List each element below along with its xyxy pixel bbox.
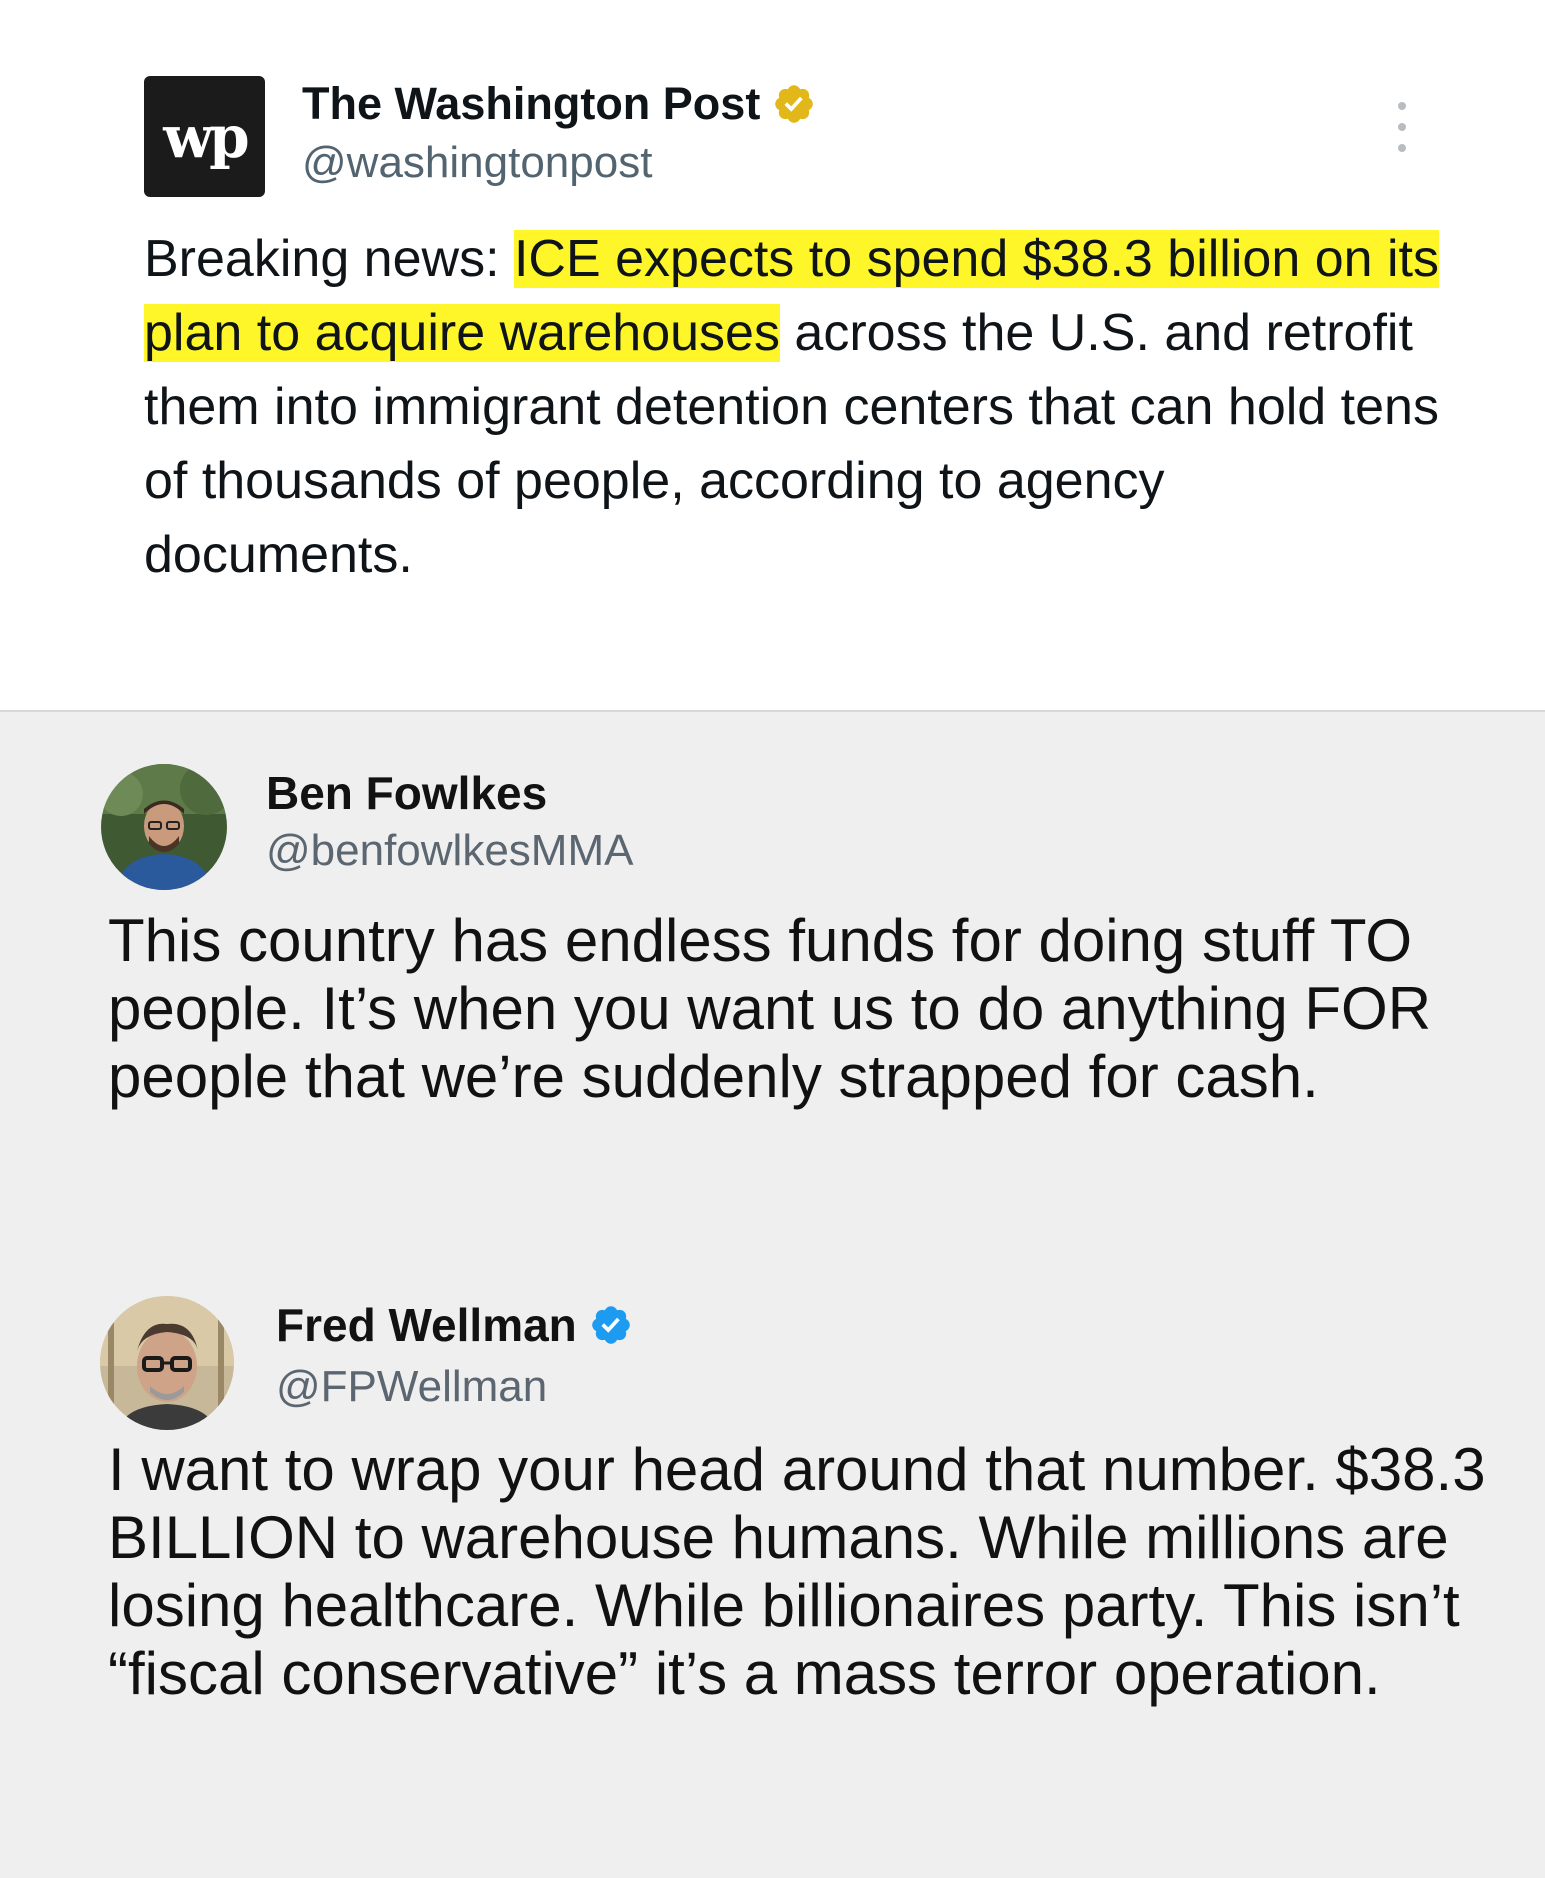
reply-author-handle[interactable]: @FPWellman (276, 1362, 547, 1412)
reply-text: I want to wrap your head around that num… (108, 1436, 1486, 1707)
washington-post-logo[interactable]: wp (144, 76, 265, 197)
more-vertical-icon[interactable] (1392, 102, 1412, 152)
reply-author-name[interactable]: Fred Wellman (276, 1298, 633, 1352)
reply-author-name[interactable]: Ben Fowlkes (266, 766, 547, 820)
avatar[interactable] (100, 1296, 234, 1430)
post-author-name[interactable]: The Washington Post (302, 78, 816, 130)
original-post: wp The Washington Post @washingtonpost B… (0, 0, 1545, 712)
reply-text: This country has endless funds for doing… (108, 907, 1432, 1110)
verified-badge-icon (589, 1303, 633, 1347)
reply-author-name-text[interactable]: Fred Wellman (276, 1298, 577, 1352)
reply-author-handle[interactable]: @benfowlkesMMA (266, 826, 633, 876)
post-text-start: Breaking news: (144, 230, 514, 288)
post-text: Breaking news: ICE expects to spend $38.… (144, 222, 1444, 592)
verified-gold-badge-icon (772, 82, 816, 126)
post-author-name-text[interactable]: The Washington Post (302, 78, 760, 130)
avatar[interactable] (101, 764, 227, 890)
post-author-handle[interactable]: @washingtonpost (302, 138, 652, 188)
